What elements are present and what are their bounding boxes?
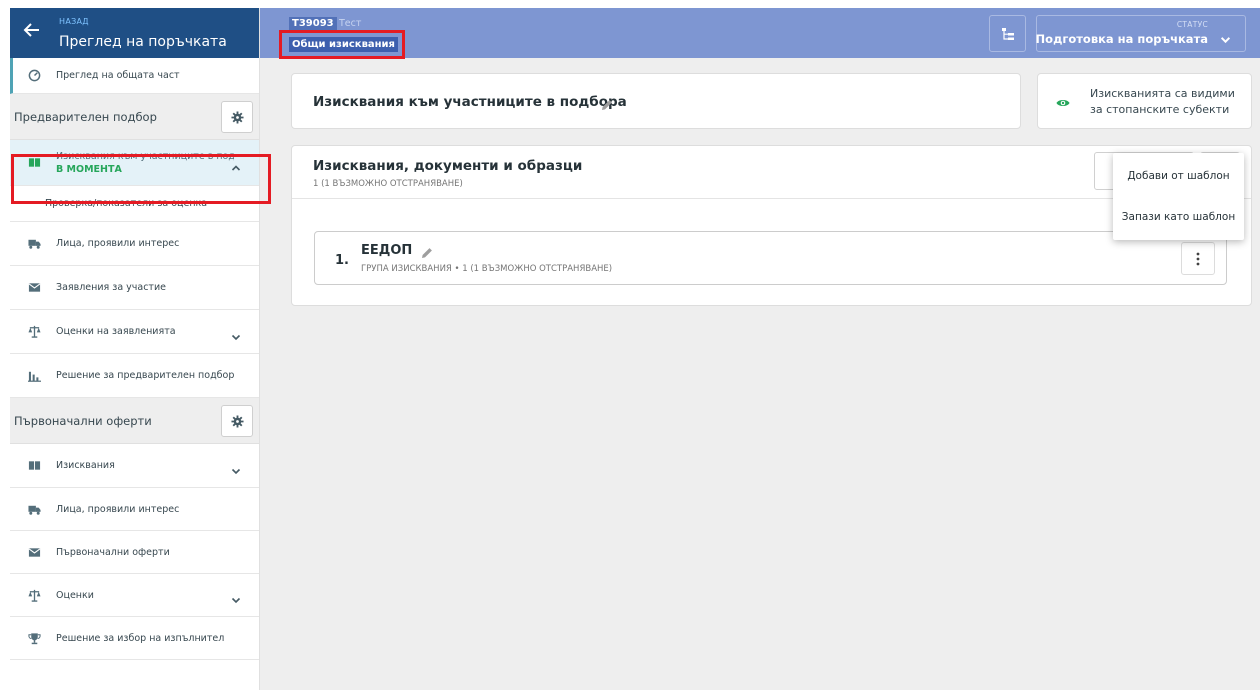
requirements-card: Изисквания, документи и образци 1 (1 ВЪЗ… (291, 145, 1252, 306)
book-icon (26, 458, 42, 474)
sidebar-section-preselection: Предварителен подбор (10, 94, 259, 140)
scale-icon (26, 587, 42, 603)
status-label: СТАТУС (1176, 20, 1208, 29)
section-settings-button[interactable] (221, 405, 253, 437)
visibility-text: Изискванията са видими за стопанските су… (1090, 87, 1235, 116)
gauge-icon (26, 68, 42, 84)
kebab-menu-icon (1196, 252, 1200, 265)
chevron-down-icon[interactable] (231, 327, 241, 340)
sidebar-item-label: Лица, проявили интерес (56, 238, 180, 249)
section-settings-button[interactable] (221, 101, 253, 133)
back-label[interactable]: НАЗАД (59, 17, 89, 26)
group-number: 1. (335, 253, 349, 268)
top-bar: T39093 Тест Общи изисквания СТАТУС Подго… (260, 8, 1260, 58)
title-card: Изисквания към участниците в подбора (291, 73, 1021, 129)
menu-item-add-from-template[interactable]: Добави от шаблон (1113, 155, 1244, 197)
sidebar-item-label: Решение за избор на изпълнител (56, 632, 225, 644)
sidebar-item-label: Оценки на заявленията (56, 326, 176, 337)
divider (292, 198, 1251, 199)
menu-item-save-as-template[interactable]: Запази като шаблон (1113, 196, 1244, 238)
procurement-name: Тест (339, 18, 362, 29)
sidebar-item-label: Преглед на общата част (56, 70, 180, 81)
gear-icon (230, 414, 244, 428)
gear-icon (230, 110, 244, 124)
chevron-up-icon[interactable] (231, 158, 241, 171)
sidebar-item-interested-parties[interactable]: Лица, проявили интерес (10, 222, 259, 266)
chevron-down-icon[interactable] (231, 590, 241, 604)
sidebar-item-label: Лица, проявили интерес (56, 503, 180, 515)
sidebar-item-requirements[interactable]: Изисквания (10, 444, 259, 488)
tree-structure-icon (1001, 27, 1014, 40)
envelope-icon (26, 544, 42, 560)
group-subtitle: ГРУПА ИЗИСКВАНИЯ • 1 (1 ВЪЗМОЖНО ОТСТРАН… (361, 264, 613, 274)
sidebar-item-preselection-decision[interactable]: Решение за предварителен подбор (10, 354, 259, 398)
sidebar-item-label: Решение за предварителен подбор (56, 370, 235, 381)
truck-icon (26, 501, 42, 517)
edit-pencil-icon[interactable] (421, 244, 433, 258)
tree-view-button[interactable] (989, 15, 1026, 52)
requirements-title: Изисквания, документи и образци (313, 158, 583, 174)
sidebar-item-contractor-decision[interactable]: Решение за избор на изпълнител (10, 617, 259, 660)
sidebar-item-interested-parties-2[interactable]: Лица, проявили интерес (10, 488, 259, 531)
sidebar-item-label: Заявления за участие (56, 282, 166, 293)
chevron-down-icon[interactable] (231, 461, 241, 474)
eye-icon (1056, 95, 1070, 109)
sidebar-item-label: Изисквания (56, 460, 115, 471)
scale-icon (26, 324, 42, 340)
sidebar-item-initial-offers[interactable]: Първоначални оферти (10, 531, 259, 574)
sidebar-item-participant-requirements[interactable]: Изисквания към участниците в подбора В М… (10, 140, 259, 186)
sidebar-item-label: Изисквания към участниците в подбора (56, 150, 234, 162)
chevron-down-icon (1220, 30, 1231, 44)
status-value: Подготовка на поръчката (1035, 32, 1208, 46)
trophy-icon (26, 630, 42, 646)
section-title: Първоначални оферти (14, 413, 152, 428)
requirement-group[interactable]: 1. ЕЕДОП ГРУПА ИЗИСКВАНИЯ • 1 (1 ВЪЗМОЖН… (314, 231, 1227, 285)
page-title: Изисквания към участниците в подбора (313, 94, 627, 110)
sidebar-item-evaluation-indicators[interactable]: Проверка/показатели за оценка (10, 186, 259, 222)
requirements-count: 1 (1 ВЪЗМОЖНО ОТСТРАНЯВАНЕ) (313, 179, 463, 189)
envelope-icon (26, 280, 42, 296)
sidebar-item-evaluations[interactable]: Оценки (10, 574, 259, 617)
sidebar: НАЗАД Преглед на поръчката Преглед на об… (10, 8, 260, 690)
visibility-card[interactable]: Изискванията са видими за стопанските су… (1037, 73, 1252, 129)
sidebar-item-overview[interactable]: Преглед на общата част (10, 58, 259, 94)
group-title: ЕЕДОП (361, 243, 413, 258)
truck-icon (26, 236, 42, 252)
sidebar-item-label: Първоначални оферти (56, 546, 170, 558)
current-badge: В МОМЕНТА (56, 163, 122, 175)
section-title: Предварителен подбор (14, 109, 157, 124)
bar-chart-icon (26, 368, 42, 384)
breadcrumb: Общи изисквания (289, 37, 398, 52)
procurement-code: T39093 (289, 17, 337, 30)
back-arrow-icon[interactable] (22, 20, 44, 44)
group-menu-button[interactable] (1181, 242, 1215, 275)
sidebar-item-label: Проверка/показатели за оценка (45, 198, 208, 209)
sidebar-header: НАЗАД Преглед на поръчката (10, 8, 259, 58)
status-selector[interactable]: СТАТУС Подготовка на поръчката (1036, 15, 1246, 52)
sidebar-item-label: Оценки (56, 589, 94, 601)
sidebar-item-application-evaluations[interactable]: Оценки на заявленията (10, 310, 259, 354)
template-dropdown-menu: Добави от шаблон Запази като шаблон (1113, 153, 1244, 240)
sidebar-title: Преглед на поръчката (59, 34, 227, 50)
sidebar-section-initial-offers: Първоначални оферти (10, 398, 259, 444)
main-content: Изисквания към участниците в подбора Изи… (260, 58, 1260, 690)
sidebar-item-applications[interactable]: Заявления за участие (10, 266, 259, 310)
edit-pencil-icon[interactable] (601, 96, 613, 110)
book-icon (26, 155, 42, 171)
